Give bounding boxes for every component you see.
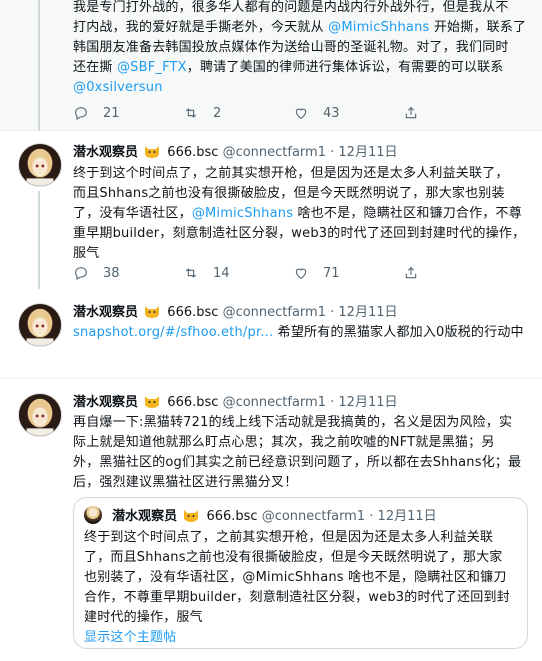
separator-dot: · [369,509,374,524]
author-name[interactable]: 潜水观察员 [73,395,138,410]
author-name: 潜水观察员 [112,509,178,524]
author-badge-text: 666.bsc [167,395,219,410]
quote-text: 终于到这个时间点了，之前其实想开枪，但是因为还是太多人利益关联 了，而且Shha… [84,528,524,648]
share-button[interactable] [403,263,419,283]
author-badge-text: 666.bsc [167,145,219,160]
thread-line [38,0,40,131]
tweet-header: 潜水观察员 666.bsc @connectfarm1 · 12月11日 [73,303,398,323]
author-handle[interactable]: @connectfarm1 [223,305,326,320]
author-name[interactable]: 潜水观察员 [73,305,138,320]
tweet-date[interactable]: 12月11日 [338,145,397,160]
thread-line [38,191,40,289]
mention-link[interactable]: @0xsilversun [73,80,163,95]
avatar[interactable] [18,143,62,187]
snapshot-link[interactable]: snapshot.org/#/sfhoo.eth/pr... [73,325,273,340]
tweet-actions: 21 2 43 [73,103,473,123]
share-icon [405,106,417,119]
avatar[interactable] [18,393,62,437]
retweet-icon [185,268,197,278]
cat-emoji-icon [145,306,160,318]
quote-avatar [84,506,102,524]
quoted-tweet[interactable]: 潜水观察员 666.bsc @connectfarm1 · 12月11日 终于到… [73,497,528,649]
retweet-button[interactable]: 2 [183,103,293,123]
tweet-4[interactable]: 潜水观察员 666.bsc @connectfarm1 · 12月11日 再自爆… [0,379,542,661]
separator-dot: · [330,395,335,410]
share-icon [405,266,417,279]
author-name[interactable]: 潜水观察员 [73,145,138,160]
tweet-3[interactable]: 潜水观察员 666.bsc @connectfarm1 · 12月11日 sna… [0,289,542,379]
tweet-date[interactable]: 12月11日 [338,305,397,320]
reply-button[interactable]: 21 [73,103,183,123]
heart-icon [295,108,307,119]
tweet-date[interactable]: 12月11日 [338,395,397,410]
separator-dot: · [330,305,335,320]
avatar-image [19,304,61,346]
tweet-date: 12月11日 [377,509,437,524]
separator-dot: · [330,145,335,160]
tweet-header: 潜水观察员 666.bsc @connectfarm1 · 12月11日 [73,143,398,163]
tweet-header: 潜水观察员 666.bsc @connectfarm1 · 12月11日 [73,393,398,413]
heart-icon [295,268,307,279]
show-thread-link[interactable]: 显示这个主题帖 [84,628,524,648]
avatar-image [19,144,61,186]
reply-icon [75,107,87,120]
reply-icon [75,267,87,280]
reply-button[interactable]: 38 [73,263,183,283]
mention-link[interactable]: @MimicShhans [328,20,429,35]
tweet-1-text: 我是专门打外战的，很多华人都有的问题是内战内行外战外行，但是我从不 打内战，我的… [73,0,527,95]
mention-link[interactable]: @SBF_FTX [117,60,187,75]
author-badge-text: 666.bsc [167,305,219,320]
retweet-button[interactable]: 14 [183,263,293,283]
author-handle[interactable]: @connectfarm1 [223,395,326,410]
tweet-actions: 38 14 71 [73,263,473,283]
tweet-3-text: snapshot.org/#/sfhoo.eth/pr... 希望所有的黑猫家人… [73,325,524,340]
like-button[interactable]: 71 [293,263,403,283]
tweet-1[interactable]: 我是专门打外战的，很多华人都有的问题是内战内行外战外行，但是我从不 打内战，我的… [0,0,542,131]
author-handle: @connectfarm1 [261,509,366,524]
retweet-icon [185,108,197,118]
tweet-2-text: 终于到这个时间点了，之前其实想开枪，但是因为还是太多人利益关联了， 而且Shha… [73,166,526,261]
author-handle[interactable]: @connectfarm1 [223,145,326,160]
tweet-4-text: 再自爆一下:黑猫转721的线上线下活动就是我搞黄的，名义是因为风险，实 际上就是… [73,415,522,490]
cat-emoji-icon [145,146,160,158]
author-badge-text: 666.bsc [206,509,258,524]
tweet-2[interactable]: 潜水观察员 666.bsc @connectfarm1 · 12月11日 终于到… [0,131,542,289]
cat-emoji-icon [145,396,160,408]
avatar[interactable] [18,303,62,347]
mention-text: @MimicShhans [242,570,344,585]
like-button[interactable]: 43 [293,103,403,123]
mention-link[interactable]: @MimicShhans [192,206,293,221]
cat-emoji-icon [184,510,199,522]
avatar-image [19,394,61,436]
quote-header: 潜水观察员 666.bsc @connectfarm1 · 12月11日 [84,506,437,526]
share-button[interactable] [403,103,419,123]
